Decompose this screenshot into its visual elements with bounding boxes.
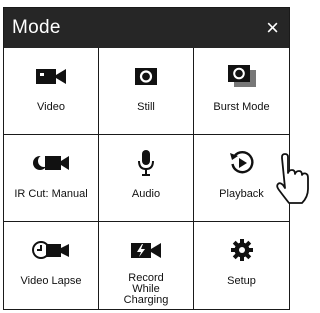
record-while-charging-icon bbox=[129, 238, 163, 262]
mode-label: IR Cut: Manual bbox=[14, 188, 88, 200]
microphone-icon bbox=[136, 150, 156, 176]
mode-label: Still bbox=[137, 101, 155, 113]
mode-burst-button[interactable]: Burst Mode bbox=[194, 48, 289, 135]
pointing-hand-icon bbox=[275, 153, 309, 210]
mode-still-button[interactable]: Still bbox=[99, 48, 194, 135]
mode-playback-button[interactable]: Playback bbox=[194, 135, 309, 222]
video-lapse-icon bbox=[31, 238, 71, 262]
mode-dialog: Mode × Video Still Burst Mode IR Cut: Ma… bbox=[3, 7, 309, 310]
still-photo-icon bbox=[132, 64, 160, 88]
dialog-title: Mode bbox=[12, 17, 61, 38]
mode-label: Video Lapse bbox=[20, 275, 82, 287]
mode-setup-button[interactable]: Setup bbox=[194, 222, 289, 309]
burst-mode-icon bbox=[225, 64, 259, 88]
gear-icon bbox=[230, 238, 254, 262]
mode-video-lapse-button[interactable]: Video Lapse bbox=[4, 222, 99, 309]
dialog-header: Mode × bbox=[4, 8, 289, 48]
mode-label: Audio bbox=[131, 188, 161, 200]
mode-record-charging-button[interactable]: Record While Charging bbox=[99, 222, 194, 309]
mode-video-button[interactable]: Video bbox=[4, 48, 99, 135]
playback-icon bbox=[229, 151, 255, 175]
mode-label: Burst Mode bbox=[213, 101, 270, 113]
mode-audio-button[interactable]: Audio bbox=[99, 135, 194, 222]
mode-ir-cut-button[interactable]: IR Cut: Manual bbox=[4, 135, 99, 222]
close-icon[interactable]: × bbox=[266, 17, 279, 39]
mode-label: Video bbox=[37, 101, 65, 113]
mode-label: Record While Charging bbox=[123, 272, 169, 306]
mode-grid: Video Still Burst Mode IR Cut: Manual Au… bbox=[4, 48, 309, 309]
video-camera-icon bbox=[34, 64, 68, 88]
ir-cut-icon bbox=[31, 151, 71, 175]
mode-label: Playback bbox=[219, 188, 264, 200]
mode-label: Setup bbox=[227, 275, 256, 287]
